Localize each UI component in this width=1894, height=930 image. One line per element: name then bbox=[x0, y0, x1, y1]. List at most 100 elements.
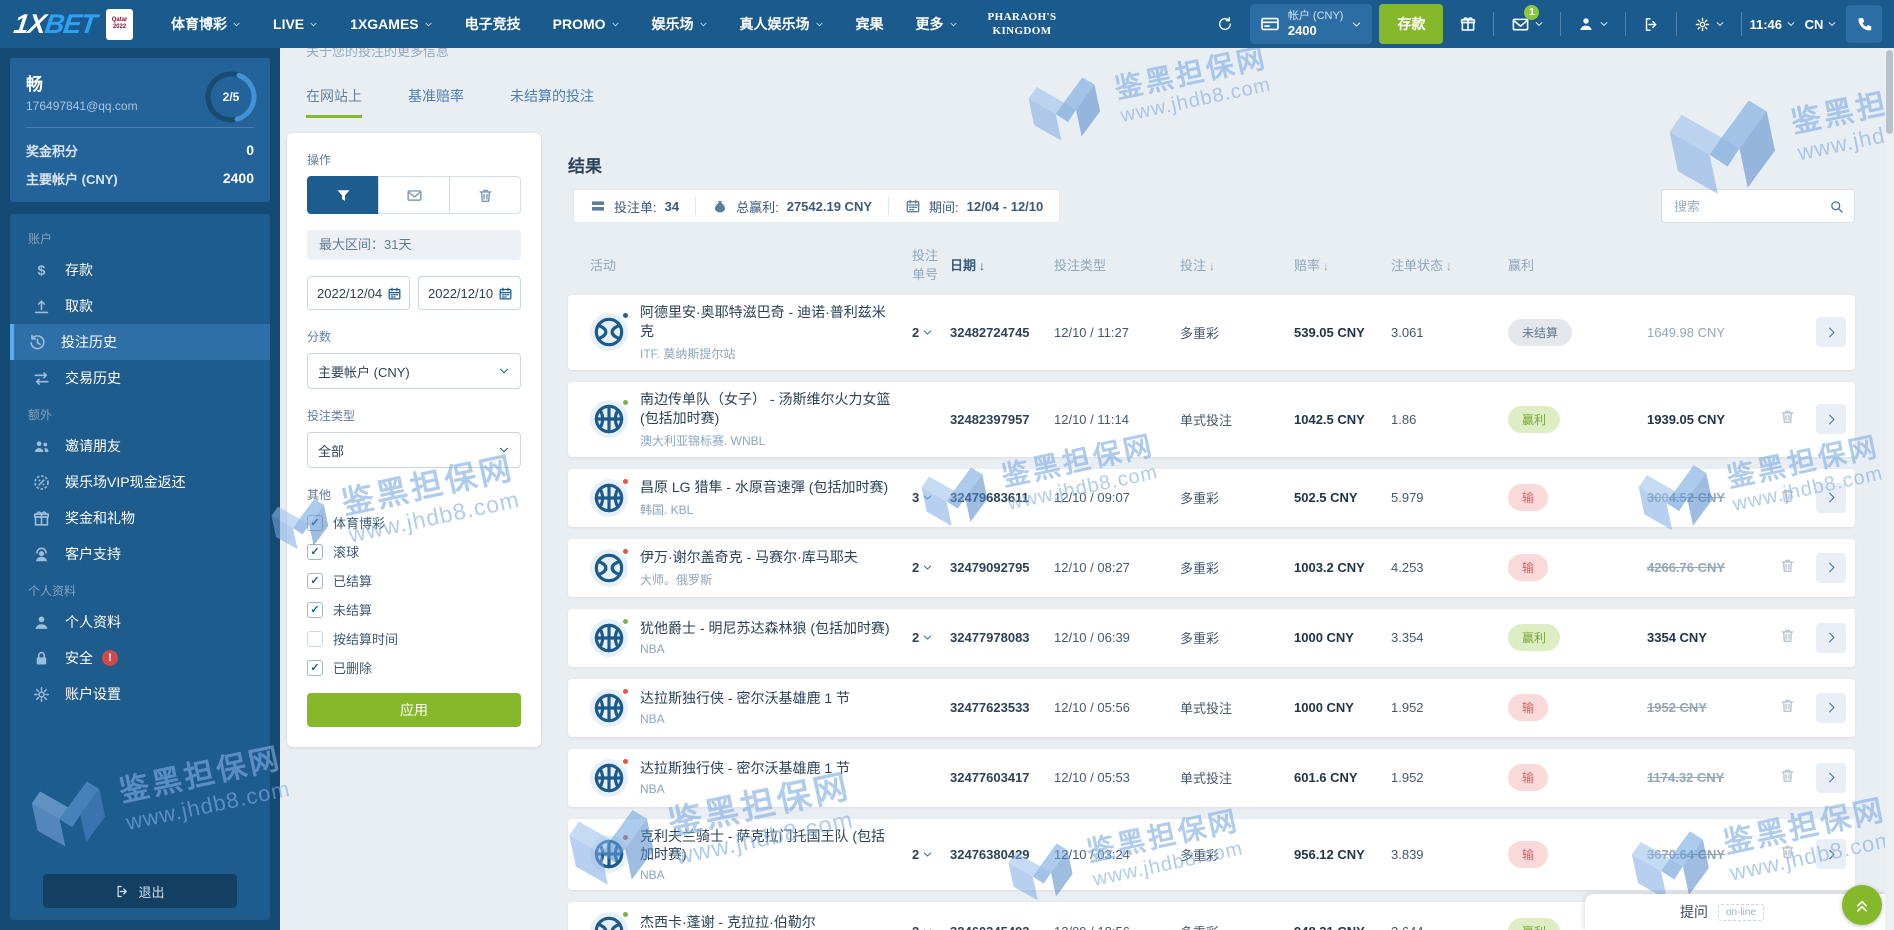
filter-checkbox[interactable]: ✓ 已结算 bbox=[307, 571, 521, 590]
checkbox-unchecked[interactable] bbox=[307, 630, 323, 647]
sidebar-item-withdraw[interactable]: 取款 bbox=[10, 288, 270, 324]
column-header[interactable]: 投注 ↓ bbox=[1180, 255, 1294, 274]
open-bet-button[interactable] bbox=[1816, 692, 1846, 723]
sort-arrow-icon: ↓ bbox=[979, 258, 986, 273]
nav-item[interactable]: 更多 bbox=[916, 14, 958, 34]
open-bet-button[interactable] bbox=[1816, 622, 1846, 653]
delete-bet-button[interactable] bbox=[1779, 767, 1796, 784]
search-icon[interactable] bbox=[1829, 199, 1844, 214]
expand-bet-button[interactable]: 3 bbox=[912, 490, 950, 505]
bonuses-button[interactable] bbox=[1450, 5, 1486, 43]
pharaohs-kingdom-link[interactable]: PHARAOH'S KINGDOM bbox=[988, 10, 1057, 39]
language-selector[interactable]: CN bbox=[1803, 5, 1839, 43]
phone-support-button[interactable] bbox=[1846, 5, 1882, 43]
nav-item[interactable]: 体育博彩 bbox=[171, 14, 241, 34]
expand-bet-button[interactable]: 2 bbox=[912, 560, 950, 575]
checkbox-checked[interactable]: ✓ bbox=[307, 572, 323, 589]
open-bet-button[interactable] bbox=[1816, 404, 1846, 435]
time-selector[interactable]: 11:46 bbox=[1749, 5, 1796, 43]
apply-button[interactable]: 应用 bbox=[307, 693, 521, 727]
nav-item[interactable]: 宾果 bbox=[856, 14, 884, 34]
sidebar-item-cashback[interactable]: 娱乐场VIP现金返还 bbox=[10, 464, 270, 500]
profile-progress-ring[interactable]: 2/5 bbox=[204, 70, 258, 124]
account-select[interactable]: 主要帐户 (CNY) bbox=[307, 353, 521, 389]
logo-1xbet[interactable]: 1XBET bbox=[12, 9, 98, 40]
filter-checkbox[interactable]: ✓ 未结算 bbox=[307, 600, 521, 619]
brand2-line1: PHARAOH'S bbox=[987, 10, 1057, 23]
nav-item[interactable]: PROMO bbox=[553, 16, 620, 32]
column-header[interactable]: 赢利 bbox=[1508, 255, 1647, 274]
bet-type-select[interactable]: 全部 bbox=[307, 432, 521, 468]
sidebar-item-people[interactable]: 邀请朋友 bbox=[10, 428, 270, 464]
open-bet-button[interactable] bbox=[1816, 839, 1846, 870]
nav-item[interactable]: 电子竞技 bbox=[465, 14, 521, 34]
column-header[interactable]: 日期 ↓ bbox=[950, 255, 1054, 274]
scrollbar-thumb[interactable] bbox=[1886, 50, 1893, 134]
search-input[interactable] bbox=[1672, 197, 1829, 215]
sidebar-item-dollar[interactable]: $ 存款 bbox=[10, 252, 270, 288]
checkbox-checked[interactable]: ✓ bbox=[307, 601, 323, 618]
settings-menu-button[interactable] bbox=[1684, 5, 1734, 43]
date-to-input[interactable]: 2022/12/10 bbox=[418, 276, 521, 310]
checkbox-checked[interactable]: ✓ bbox=[307, 514, 323, 531]
column-header[interactable]: 赔率 ↓ bbox=[1294, 255, 1391, 274]
chat-open-button[interactable] bbox=[1842, 885, 1882, 925]
status-dot-red bbox=[621, 476, 630, 486]
logout-button[interactable]: 退出 bbox=[43, 874, 237, 908]
nav-item[interactable]: 娱乐场 bbox=[652, 14, 708, 34]
event-league: 澳大利亚锦标赛. WNBL bbox=[640, 433, 766, 448]
delete-bet-button[interactable] bbox=[1779, 843, 1796, 860]
filter-checkbox[interactable]: 按结算时间 bbox=[307, 629, 521, 648]
account-selector[interactable]: 帐户 (CNY) 2400 bbox=[1249, 4, 1373, 44]
sidebar-item-transfer[interactable]: 交易历史 bbox=[10, 360, 270, 396]
nav-item[interactable]: 真人娱乐场 bbox=[740, 14, 824, 34]
expand-bet-button[interactable]: 2 bbox=[912, 924, 950, 930]
bet-type-label: 投注类型 bbox=[307, 409, 356, 423]
filter-button[interactable] bbox=[307, 176, 379, 214]
column-header[interactable]: 注单状态 ↓ bbox=[1391, 255, 1508, 274]
filter-checkbox[interactable]: ✓ 已删除 bbox=[307, 658, 521, 677]
nav-item[interactable]: LIVE bbox=[273, 16, 318, 32]
sidebar-item-gear[interactable]: 账户设置 bbox=[10, 676, 270, 712]
delete-bet-button[interactable] bbox=[1779, 487, 1796, 504]
filter-checkbox[interactable]: ✓ 体育博彩 bbox=[307, 513, 521, 532]
delete-button[interactable] bbox=[449, 176, 521, 214]
tab-link[interactable]: 未结算的投注 bbox=[510, 86, 594, 118]
open-bet-button[interactable] bbox=[1816, 482, 1846, 513]
profile-menu-button[interactable] bbox=[1568, 5, 1618, 43]
expand-bet-button[interactable]: 2 bbox=[912, 847, 950, 862]
sidebar-item-history[interactable]: 投注历史 bbox=[10, 324, 270, 360]
sidebar-item-person[interactable]: 个人资料 bbox=[10, 604, 270, 640]
delete-bet-button[interactable] bbox=[1779, 408, 1796, 425]
date-from-input[interactable]: 2022/12/04 bbox=[307, 276, 410, 310]
status-badge: 赢利 bbox=[1508, 917, 1561, 930]
chevron-right-icon bbox=[1825, 326, 1838, 339]
delete-bet-button[interactable] bbox=[1779, 697, 1796, 714]
checkbox-checked[interactable]: ✓ bbox=[307, 659, 323, 676]
delete-bet-button[interactable] bbox=[1779, 557, 1796, 574]
filter-checkbox[interactable]: ✓ 滚球 bbox=[307, 542, 521, 561]
delete-bet-button[interactable] bbox=[1779, 627, 1796, 644]
tab-link[interactable]: 基准赔率 bbox=[408, 86, 464, 118]
expand-bet-button[interactable]: 2 bbox=[912, 325, 950, 340]
column-header[interactable]: 投注类型 bbox=[1054, 255, 1180, 274]
bet-stake: 1000 CNY bbox=[1294, 700, 1354, 716]
refresh-balance-button[interactable] bbox=[1207, 5, 1243, 43]
mail-report-button[interactable] bbox=[378, 176, 450, 214]
deposit-button[interactable]: 存款 bbox=[1379, 4, 1444, 44]
expand-bet-button[interactable]: 2 bbox=[912, 630, 950, 645]
nav-item[interactable]: 1XGAMES bbox=[350, 16, 432, 32]
open-bet-button[interactable] bbox=[1816, 762, 1846, 793]
sidebar-item-lock[interactable]: 安全! bbox=[10, 640, 270, 676]
logout-top-button[interactable] bbox=[1633, 5, 1669, 43]
sidebar-item-support[interactable]: 客户支持 bbox=[10, 536, 270, 572]
sidebar-item-gift[interactable]: 奖金和礼物 bbox=[10, 500, 270, 536]
phone-icon bbox=[1856, 16, 1873, 33]
messages-button[interactable]: 1 bbox=[1501, 5, 1553, 43]
column-header[interactable]: 投注单号 bbox=[912, 245, 950, 283]
column-header[interactable]: 活动 bbox=[568, 255, 912, 274]
open-bet-button[interactable] bbox=[1816, 317, 1846, 348]
checkbox-checked[interactable]: ✓ bbox=[307, 543, 323, 560]
tab-active[interactable]: 在网站上 bbox=[306, 86, 362, 118]
open-bet-button[interactable] bbox=[1816, 552, 1846, 583]
